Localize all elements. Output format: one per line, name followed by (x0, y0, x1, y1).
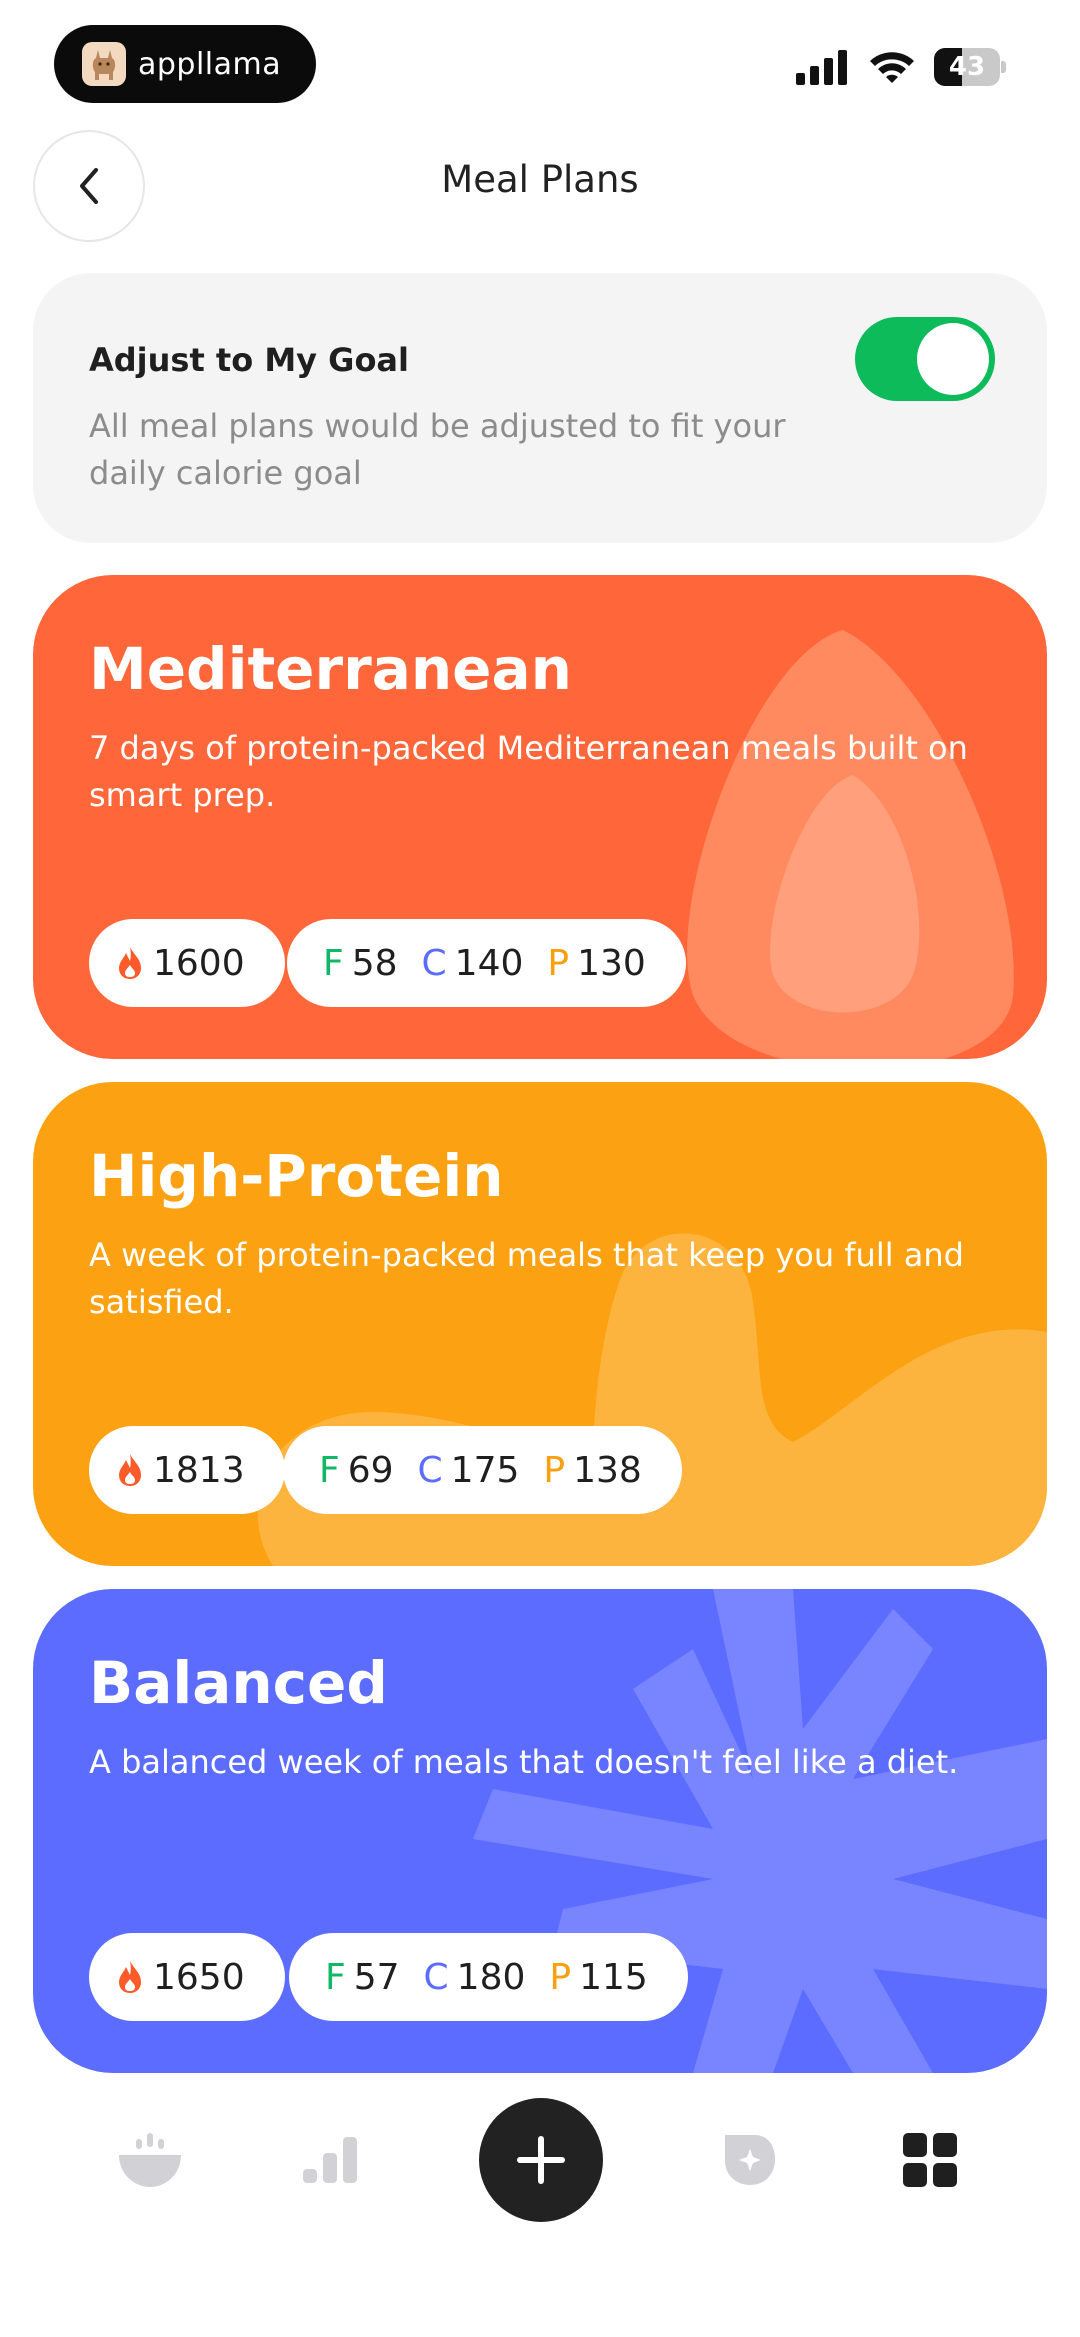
add-button[interactable] (479, 2098, 603, 2222)
nav-meals[interactable] (90, 2098, 210, 2222)
brand-name: appllama (138, 46, 282, 82)
calories-value: 1600 (153, 942, 245, 984)
page-title: Meal Plans (441, 158, 639, 201)
nav-progress[interactable] (270, 2098, 390, 2222)
plan-description: A week of protein-packed meals that keep… (89, 1236, 964, 1321)
fat-value: 58 (351, 942, 398, 984)
fat-label: F (323, 942, 344, 984)
protein-value: 115 (579, 1956, 648, 1998)
bowl-icon (119, 2133, 181, 2187)
status-bar: appllama 43 (0, 0, 1080, 130)
carbs-label: C (421, 942, 447, 984)
plus-icon (517, 2136, 565, 2184)
plan-title: Mediterranean (89, 635, 572, 703)
fat-value: 69 (347, 1449, 394, 1491)
protein-label: P (549, 1956, 572, 1998)
llama-logo-icon (82, 42, 126, 86)
wifi-icon (870, 52, 914, 83)
protein-label: P (543, 1449, 566, 1491)
carbs-value: 180 (456, 1956, 526, 1998)
fat-label: F (325, 1956, 346, 1998)
adjust-goal-toggle[interactable] (855, 317, 995, 401)
nav-coach[interactable] (690, 2098, 810, 2222)
plan-card-high-protein[interactable]: High-Protein A week of protein-packed me… (33, 1082, 1047, 1566)
sparkle-badge-icon (725, 2135, 775, 2185)
calories-pill: 1813 (89, 1426, 285, 1514)
cellular-signal-icon (796, 50, 847, 85)
fat-value: 57 (353, 1956, 400, 1998)
calories-value: 1650 (153, 1956, 245, 1998)
toggle-knob (917, 323, 989, 395)
brand-pill: appllama (54, 25, 316, 103)
calories-pill: 1650 (89, 1933, 285, 2021)
protein-value: 130 (577, 942, 646, 984)
battery-icon: 43 (934, 48, 1006, 86)
adjust-goal-card: Adjust to My Goal All meal plans would b… (33, 273, 1047, 543)
plan-title: Balanced (89, 1649, 388, 1717)
plan-card-balanced[interactable]: Balanced A balanced week of meals that d… (33, 1589, 1047, 2073)
adjust-goal-title: Adjust to My Goal (89, 341, 409, 379)
carbs-label: C (423, 1956, 449, 1998)
grid-icon (903, 2133, 957, 2187)
calories-value: 1813 (153, 1449, 245, 1491)
plan-title: High-Protein (89, 1142, 504, 1210)
plan-description: 7 days of protein-packed Mediterranean m… (89, 729, 968, 814)
carbs-value: 140 (454, 942, 524, 984)
protein-label: P (547, 942, 570, 984)
protein-value: 138 (573, 1449, 642, 1491)
flame-icon (119, 947, 141, 979)
fat-label: F (319, 1449, 340, 1491)
macros-pill: F 58 C 140 P 130 (287, 919, 686, 1007)
calories-pill: 1600 (89, 919, 285, 1007)
flame-icon (119, 1961, 141, 1993)
macros-pill: F 57 C 180 P 115 (289, 1933, 688, 2021)
battery-percentage: 43 (948, 52, 986, 82)
carbs-value: 175 (450, 1449, 520, 1491)
status-icons: 43 (796, 48, 1006, 86)
macros-pill: F 69 C 175 P 138 (283, 1426, 682, 1514)
plan-card-mediterranean[interactable]: Mediterranean 7 days of protein-packed M… (33, 575, 1047, 1059)
plan-description: A balanced week of meals that doesn't fe… (89, 1743, 959, 1781)
flame-icon (119, 1454, 141, 1486)
carbs-label: C (417, 1449, 443, 1491)
bar-chart-icon (303, 2137, 357, 2183)
nav-plans[interactable] (870, 2098, 990, 2222)
adjust-goal-description: All meal plans would be adjusted to fit … (89, 407, 786, 492)
